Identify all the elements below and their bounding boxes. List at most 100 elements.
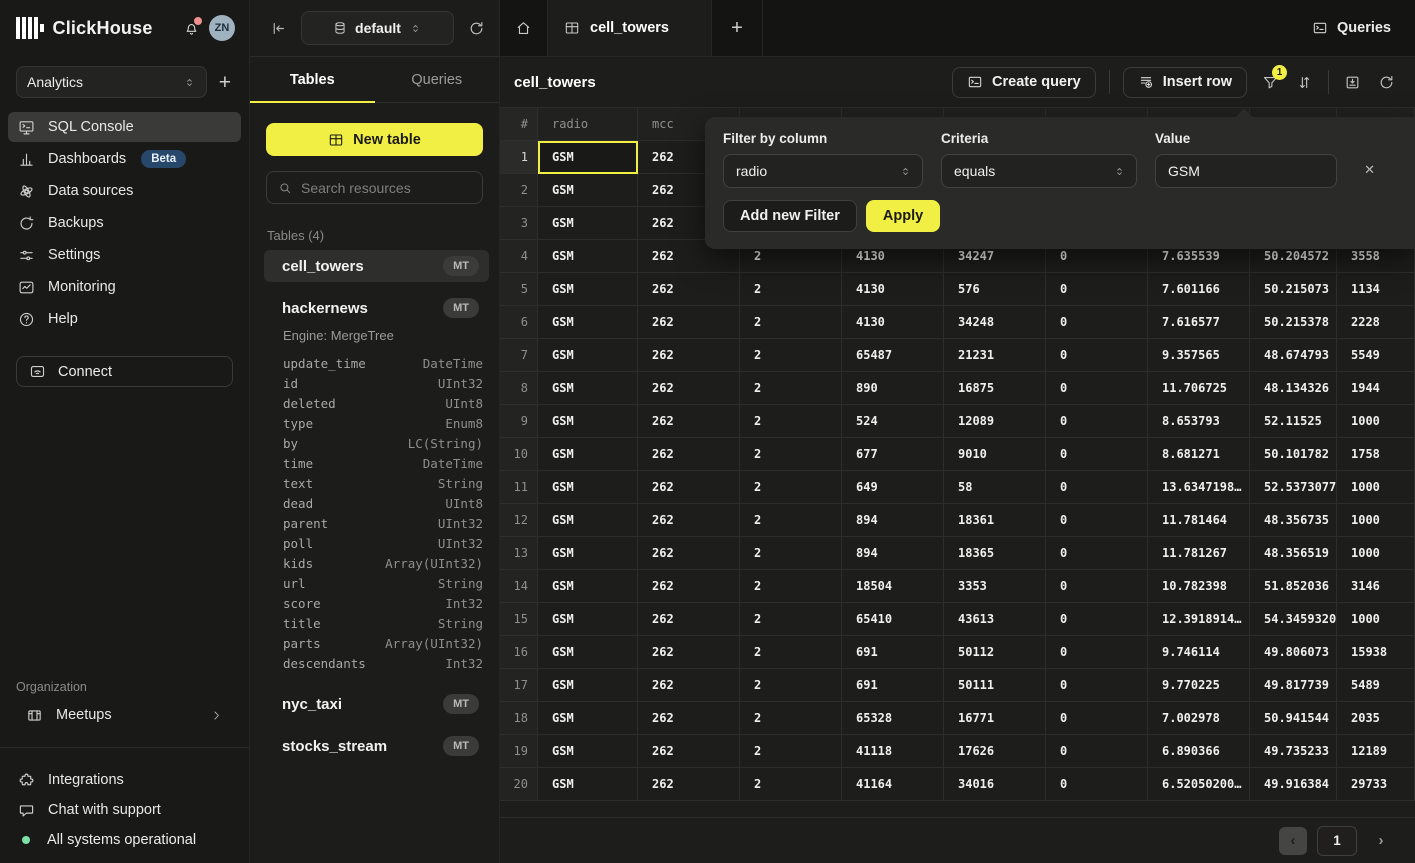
- table-cell[interactable]: 2: [740, 768, 842, 801]
- table-cell[interactable]: 29733: [1337, 768, 1415, 801]
- sidebar-item-integrations[interactable]: Integrations: [8, 765, 241, 795]
- table-cell[interactable]: 691: [842, 669, 944, 702]
- table-cell[interactable]: 262: [638, 438, 740, 471]
- download-button[interactable]: [1342, 72, 1363, 93]
- table-cell[interactable]: 0: [1046, 669, 1148, 702]
- table-cell[interactable]: 576: [944, 273, 1046, 306]
- table-cell[interactable]: 48.674793: [1250, 339, 1337, 372]
- search-input[interactable]: [301, 180, 471, 196]
- remove-filter-button[interactable]: ✕: [1364, 163, 1375, 176]
- table-cell[interactable]: GSM: [538, 603, 638, 636]
- filter-value-field[interactable]: [1155, 154, 1337, 188]
- sidebar-item-backups[interactable]: Backups: [8, 208, 241, 238]
- table-cell[interactable]: 15938: [1337, 636, 1415, 669]
- table-cell[interactable]: GSM: [538, 735, 638, 768]
- refresh-tables-icon[interactable]: [468, 20, 485, 37]
- insert-row-button[interactable]: Insert row: [1123, 67, 1247, 98]
- table-cell[interactable]: GSM: [538, 240, 638, 273]
- add-workspace-button[interactable]: +: [217, 72, 233, 93]
- table-cell[interactable]: 52.11525: [1250, 405, 1337, 438]
- database-select[interactable]: default: [301, 11, 454, 45]
- table-cell[interactable]: 0: [1046, 273, 1148, 306]
- table-cell[interactable]: 1758: [1337, 438, 1415, 471]
- table-cell[interactable]: GSM: [538, 570, 638, 603]
- table-cell[interactable]: GSM: [538, 141, 638, 174]
- table-cell[interactable]: 7.616577: [1148, 306, 1250, 339]
- table-cell[interactable]: 262: [638, 273, 740, 306]
- table-cell[interactable]: GSM: [538, 504, 638, 537]
- table-cell[interactable]: 0: [1046, 339, 1148, 372]
- workspace-select[interactable]: Analytics: [16, 66, 207, 98]
- table-cell[interactable]: 0: [1046, 636, 1148, 669]
- table-cell[interactable]: 691: [842, 636, 944, 669]
- table-cell[interactable]: 0: [1046, 372, 1148, 405]
- table-cell[interactable]: GSM: [538, 537, 638, 570]
- table-cell[interactable]: 1000: [1337, 405, 1415, 438]
- table-cell[interactable]: GSM: [538, 405, 638, 438]
- sidebar-item-meetups[interactable]: Meetups: [16, 700, 233, 730]
- table-cell[interactable]: 2035: [1337, 702, 1415, 735]
- table-cell[interactable]: 41118: [842, 735, 944, 768]
- table-cell[interactable]: 50112: [944, 636, 1046, 669]
- table-cell[interactable]: 12089: [944, 405, 1046, 438]
- table-cell[interactable]: 1134: [1337, 273, 1415, 306]
- table-cell[interactable]: 9.770225: [1148, 669, 1250, 702]
- table-cell[interactable]: 34016: [944, 768, 1046, 801]
- table-cell[interactable]: 65487: [842, 339, 944, 372]
- table-cell[interactable]: 8.653793: [1148, 405, 1250, 438]
- table-cell[interactable]: 9.746114: [1148, 636, 1250, 669]
- table-cell[interactable]: 50.215073: [1250, 273, 1337, 306]
- queries-button[interactable]: Queries: [1288, 0, 1415, 56]
- table-cell[interactable]: 16771: [944, 702, 1046, 735]
- table-cell[interactable]: 262: [638, 702, 740, 735]
- table-cell[interactable]: GSM: [538, 174, 638, 207]
- filter-button[interactable]: 1: [1260, 72, 1281, 93]
- table-cell[interactable]: 890: [842, 372, 944, 405]
- table-cell[interactable]: 9.357565: [1148, 339, 1250, 372]
- table-cell[interactable]: 16875: [944, 372, 1046, 405]
- table-item-hackernews[interactable]: hackernewsMT: [264, 292, 489, 324]
- table-cell[interactable]: 262: [638, 669, 740, 702]
- table-cell[interactable]: 49.817739: [1250, 669, 1337, 702]
- table-cell[interactable]: 262: [638, 570, 740, 603]
- table-cell[interactable]: 1000: [1337, 603, 1415, 636]
- table-cell[interactable]: 18504: [842, 570, 944, 603]
- table-cell[interactable]: 7.002978: [1148, 702, 1250, 735]
- table-cell[interactable]: 49.735233: [1250, 735, 1337, 768]
- table-cell[interactable]: 262: [638, 306, 740, 339]
- table-cell[interactable]: 51.852036: [1250, 570, 1337, 603]
- table-cell[interactable]: 262: [638, 537, 740, 570]
- table-cell[interactable]: GSM: [538, 438, 638, 471]
- column-header-radio[interactable]: radio: [538, 108, 638, 141]
- table-cell[interactable]: 2: [740, 570, 842, 603]
- sidebar-item-data-sources[interactable]: Data sources: [8, 176, 241, 206]
- table-cell[interactable]: 0: [1046, 570, 1148, 603]
- table-cell[interactable]: 0: [1046, 735, 1148, 768]
- new-table-button[interactable]: New table: [266, 123, 483, 156]
- table-cell[interactable]: 43613: [944, 603, 1046, 636]
- table-cell[interactable]: 2: [740, 735, 842, 768]
- tab-queries[interactable]: Queries: [375, 57, 500, 102]
- table-cell[interactable]: 49.806073: [1250, 636, 1337, 669]
- sidebar-item-settings[interactable]: Settings: [8, 240, 241, 270]
- table-cell[interactable]: 18361: [944, 504, 1046, 537]
- tab-cell-towers[interactable]: cell_towers: [547, 0, 712, 56]
- table-cell[interactable]: 2: [740, 669, 842, 702]
- sidebar-item-dashboards[interactable]: DashboardsBeta: [8, 144, 241, 174]
- table-item-cell_towers[interactable]: cell_towersMT: [264, 250, 489, 282]
- table-cell[interactable]: 2: [740, 405, 842, 438]
- table-cell[interactable]: 50.941544: [1250, 702, 1337, 735]
- table-cell[interactable]: GSM: [538, 768, 638, 801]
- table-cell[interactable]: 50.215378: [1250, 306, 1337, 339]
- table-cell[interactable]: 54.3459320…: [1250, 603, 1337, 636]
- table-cell[interactable]: GSM: [538, 306, 638, 339]
- table-cell[interactable]: 50111: [944, 669, 1046, 702]
- table-cell[interactable]: 5489: [1337, 669, 1415, 702]
- apply-filter-button[interactable]: Apply: [866, 200, 940, 232]
- table-cell[interactable]: 2: [740, 471, 842, 504]
- table-cell[interactable]: 0: [1046, 504, 1148, 537]
- table-cell[interactable]: 3146: [1337, 570, 1415, 603]
- table-cell[interactable]: 0: [1046, 306, 1148, 339]
- home-tab[interactable]: [500, 0, 547, 56]
- table-cell[interactable]: 2: [740, 273, 842, 306]
